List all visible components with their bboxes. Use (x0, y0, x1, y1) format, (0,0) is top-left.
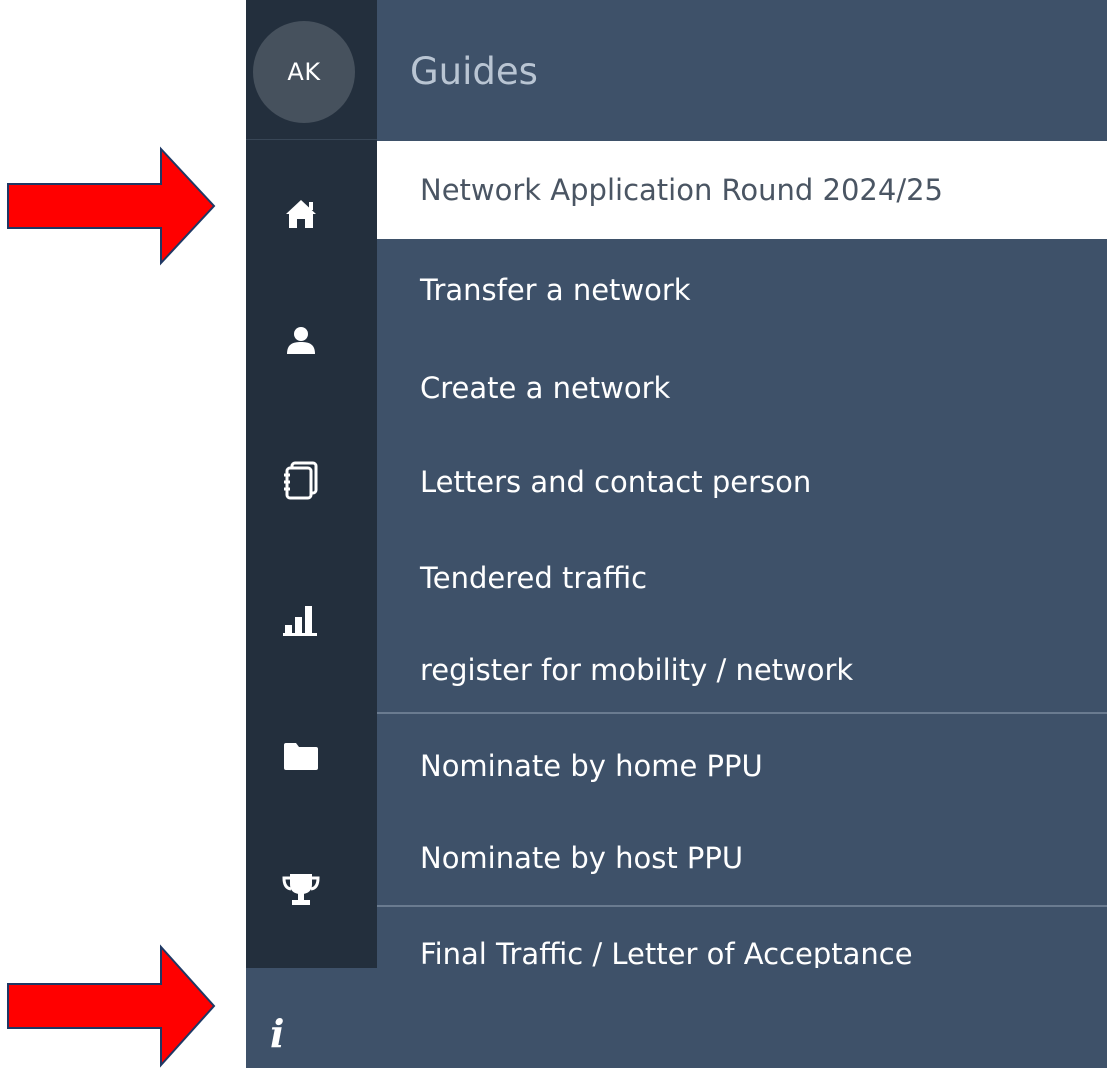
menu-item-tendered-traffic[interactable]: Tendered traffic (377, 550, 1107, 606)
menu-item-transfer-network[interactable]: Transfer a network (377, 262, 1107, 318)
notebook-icon[interactable] (277, 456, 325, 504)
user-avatar[interactable]: AK (253, 21, 355, 123)
red-arrow-info (7, 944, 216, 1068)
trophy-icon[interactable] (277, 866, 325, 914)
menu-item-letters-contact[interactable]: Letters and contact person (377, 454, 1107, 510)
menu-item-register-mobility[interactable]: register for mobility / network (377, 642, 1107, 698)
info-icon[interactable]: i (270, 1010, 284, 1058)
menu-item-nominate-home[interactable]: Nominate by home PPU (377, 738, 1107, 794)
info-strip (246, 968, 1107, 1068)
bar-chart-icon[interactable] (277, 594, 325, 642)
home-icon[interactable] (277, 190, 325, 238)
menu-item-create-network[interactable]: Create a network (377, 360, 1107, 416)
menu-item-nominate-host[interactable]: Nominate by host PPU (377, 830, 1107, 886)
folder-icon[interactable] (277, 732, 325, 780)
menu-item-network-application-round[interactable]: Network Application Round 2024/25 (377, 141, 1107, 239)
menu-divider (377, 905, 1107, 907)
menu-divider (377, 712, 1107, 714)
avatar-initials: AK (287, 58, 321, 86)
red-arrow-home (7, 146, 216, 266)
panel-title: Guides (410, 50, 538, 93)
rail-divider (246, 139, 377, 140)
user-icon[interactable] (277, 316, 325, 364)
